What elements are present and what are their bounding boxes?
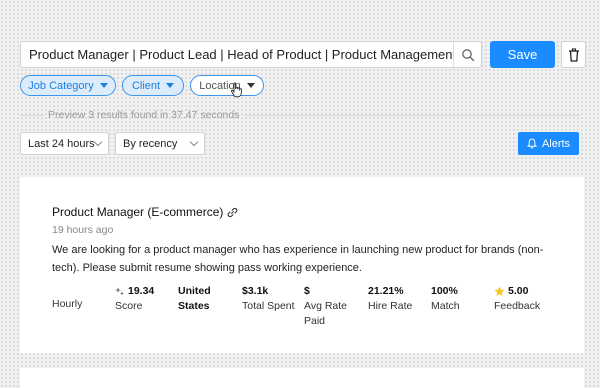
hire-rate-value: 21.21%: [368, 285, 404, 297]
job-title-link[interactable]: Product Manager (E-commerce): [52, 205, 238, 219]
alerts-button[interactable]: Alerts: [518, 132, 579, 155]
sort-value: By recency: [123, 137, 178, 150]
preview-status: Preview 3 results found in 37.47 seconds: [48, 109, 240, 121]
total-spent-value: $3.1k: [242, 285, 269, 297]
chevron-down-icon: [93, 137, 103, 147]
job-title[interactable]: Product Manager (E-commerce): [52, 205, 223, 219]
location-value: United States: [178, 285, 211, 312]
alerts-label: Alerts: [541, 137, 571, 150]
stat-job-type: Hourly: [52, 297, 82, 312]
avg-rate-value: $: [304, 285, 310, 297]
feedback-value: 5.00: [508, 285, 529, 297]
caret-down-icon: [166, 83, 175, 88]
caret-down-icon: [99, 83, 108, 88]
job-description: We are looking for a product manager who…: [52, 244, 544, 274]
match-label: Match: [431, 300, 460, 312]
filter-label: Client: [131, 79, 161, 92]
avg-rate-label: Avg Rate Paid: [304, 300, 347, 327]
score-label: Score: [115, 300, 143, 312]
sparkle-icon: [115, 287, 124, 295]
stat-avg-rate: $ Avg Rate Paid: [304, 284, 359, 329]
stat-feedback: 5.00 Feedback: [494, 284, 540, 314]
stat-match: 100% Match: [431, 284, 460, 314]
chevron-down-icon: [189, 137, 199, 147]
hire-rate-label: Hire Rate: [368, 300, 413, 312]
filter-client[interactable]: Client: [122, 75, 184, 96]
stat-location: United States: [178, 284, 233, 314]
preview-divider: Preview 3 results found in 37.47 seconds: [20, 108, 580, 122]
search-bar[interactable]: Product Manager | Product Lead | Head of…: [20, 41, 482, 68]
filter-job-category[interactable]: Job Category: [20, 75, 116, 96]
feedback-label: Feedback: [494, 300, 541, 312]
star-icon: [494, 286, 505, 296]
job-card-next[interactable]: [20, 368, 584, 388]
delete-button[interactable]: [561, 41, 586, 68]
posted-time: 19 hours ago: [52, 224, 114, 236]
match-value: 100%: [431, 285, 458, 297]
time-range-value: Last 24 hours: [28, 137, 95, 150]
search-icon: [461, 48, 474, 61]
hand-cursor-icon: [231, 82, 242, 98]
bell-icon: [526, 138, 537, 149]
job-card[interactable]: Product Manager (E-commerce) 19 hours ag…: [20, 177, 584, 353]
total-spent-label: Total Spent: [242, 300, 295, 312]
time-range-select[interactable]: Last 24 hours: [20, 132, 109, 155]
filter-label: Job Category: [28, 79, 94, 92]
stat-total-spent: $3.1k Total Spent: [242, 284, 295, 314]
trash-icon: [568, 47, 579, 62]
search-button[interactable]: [453, 42, 481, 67]
job-type-label: Hourly: [52, 298, 83, 310]
search-input[interactable]: Product Manager | Product Lead | Head of…: [21, 47, 453, 62]
save-button[interactable]: Save: [490, 41, 555, 68]
score-value: 19.34: [128, 285, 155, 297]
link-icon[interactable]: [227, 207, 238, 218]
filter-location[interactable]: Location: [190, 75, 264, 96]
stat-hire-rate: 21.21% Hire Rate: [368, 284, 412, 314]
sort-select[interactable]: By recency: [115, 132, 205, 155]
caret-down-icon: [246, 83, 255, 88]
stat-score: 19.34 Score: [115, 284, 154, 314]
